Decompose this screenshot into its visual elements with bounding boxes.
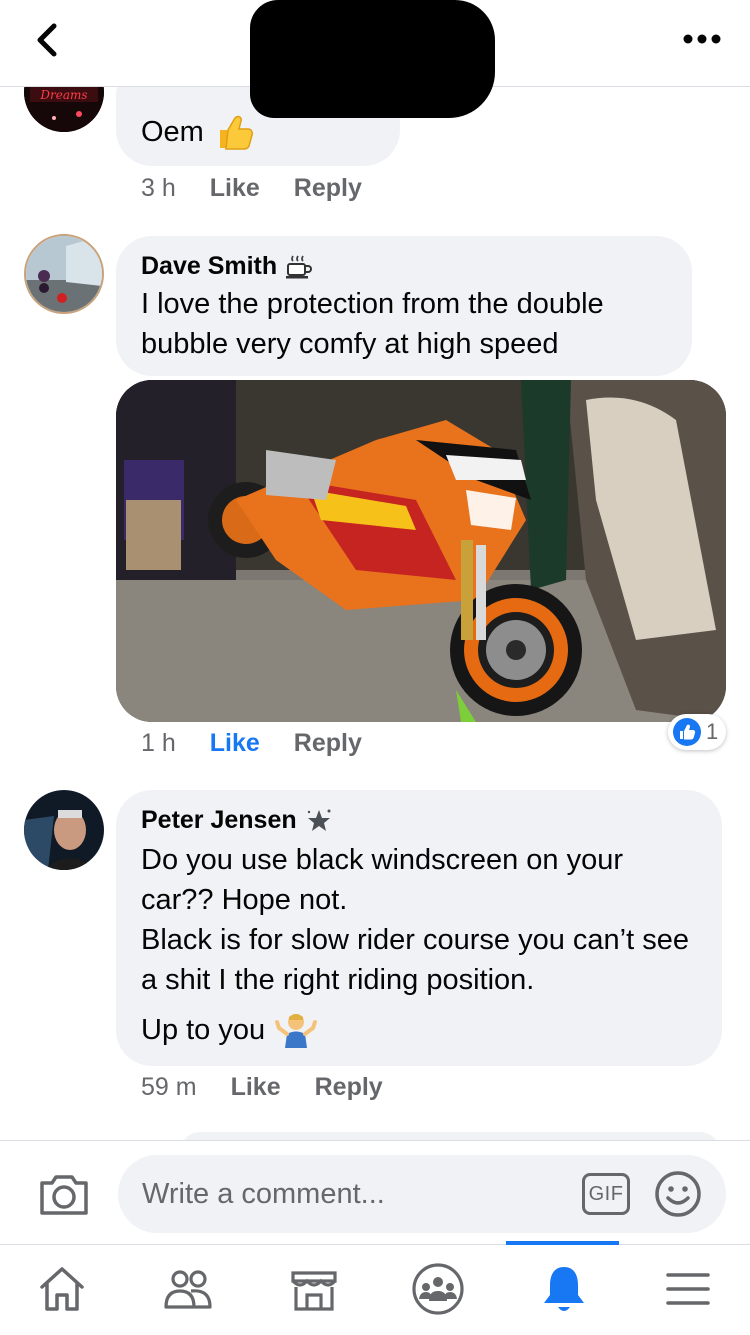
bell-icon <box>544 1267 584 1311</box>
emoji-button[interactable] <box>654 1170 702 1218</box>
comment-bubble: Dave Smith I love the protection from th… <box>116 236 692 376</box>
reaction-count: 1 <box>706 719 719 744</box>
avatar[interactable] <box>24 234 104 314</box>
comment-time: 59 m <box>141 1073 197 1101</box>
like-button[interactable]: Like <box>210 174 260 203</box>
gif-button[interactable]: GIF <box>582 1173 630 1215</box>
back-button[interactable] <box>28 20 68 60</box>
friends-icon <box>164 1270 212 1309</box>
tab-friends[interactable] <box>158 1259 218 1319</box>
groups-icon <box>412 1263 464 1315</box>
like-button[interactable]: Like <box>210 729 260 758</box>
reply-button[interactable]: Reply <box>315 1073 383 1102</box>
menu-icon <box>666 1273 710 1305</box>
tab-menu[interactable] <box>658 1259 718 1319</box>
comment-time: 1 h <box>141 729 176 757</box>
coffee-cup-icon <box>286 255 313 278</box>
home-icon <box>40 1267 84 1311</box>
bottom-tab-bar <box>0 1241 750 1335</box>
avatar-image <box>26 236 102 312</box>
like-reaction-icon <box>673 718 701 746</box>
comment-time: 3 h <box>141 174 176 202</box>
camera-button[interactable] <box>38 1171 90 1217</box>
comment-photo-attachment[interactable] <box>116 380 726 722</box>
camera-icon <box>40 1175 88 1215</box>
redaction-mark <box>250 0 495 118</box>
comment-meta: 1 h Like Reply <box>141 729 362 758</box>
comment-author[interactable]: Peter Jensen <box>141 806 297 835</box>
avatar-image <box>24 790 104 870</box>
reaction-summary[interactable]: 1 <box>668 714 726 750</box>
thumbs-up-emoji-icon <box>219 115 253 150</box>
svg-text:Dreams: Dreams <box>39 88 87 102</box>
avatar[interactable] <box>24 790 104 870</box>
more-dots-icon <box>683 34 721 44</box>
like-button[interactable]: Like <box>231 1073 281 1102</box>
chevron-left-icon <box>37 23 57 57</box>
shrug-emoji-icon <box>275 1014 318 1048</box>
tab-notifications[interactable] <box>534 1259 594 1319</box>
comment-text-p2: Black is for slow rider course you can’t… <box>141 924 689 996</box>
tab-home[interactable] <box>32 1259 92 1319</box>
tab-marketplace[interactable] <box>284 1259 344 1319</box>
comment-meta: 3 h Like Reply <box>141 174 362 203</box>
comment-bubble: Peter Jensen Do you use black windscreen… <box>116 790 722 1066</box>
active-tab-indicator <box>506 1241 619 1245</box>
smiley-icon <box>655 1171 701 1217</box>
tab-groups[interactable] <box>408 1259 468 1319</box>
comment-meta: 59 m Like Reply <box>141 1073 383 1102</box>
comment-text: Oem <box>141 116 204 148</box>
star-icon <box>307 809 331 831</box>
marketplace-icon <box>291 1271 337 1311</box>
comment-composer: Write a comment... GIF <box>0 1140 750 1245</box>
reply-button[interactable]: Reply <box>294 729 362 758</box>
reply-button[interactable]: Reply <box>294 174 362 203</box>
comment-text-p3: Up to you <box>141 1014 266 1046</box>
more-options-button[interactable] <box>680 24 724 54</box>
comment-author[interactable]: Dave Smith <box>141 252 277 281</box>
comment-text-p1: Do you use black windscreen on your car?… <box>141 844 623 916</box>
comment-text: I love the protection from the double bu… <box>141 288 604 360</box>
motorcycle-photo <box>116 380 726 722</box>
comment-input[interactable]: Write a comment... <box>118 1155 726 1233</box>
